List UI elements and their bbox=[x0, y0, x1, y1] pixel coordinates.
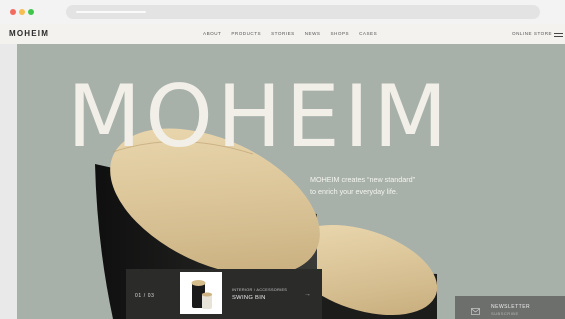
swing-bin-thumbnail-image bbox=[191, 280, 213, 309]
mail-icon bbox=[471, 308, 480, 315]
browser-toolbar bbox=[0, 0, 565, 25]
hero-title: MOHEIM bbox=[67, 67, 452, 167]
hero-section: MOHEIM MOHEIM creates “new standard” to … bbox=[17, 44, 565, 319]
hero-tagline: MOHEIM creates “new standard” to enrich … bbox=[310, 174, 415, 198]
nav-item-cases[interactable]: CASES bbox=[359, 30, 377, 38]
nav-item-shops[interactable]: SHOPS bbox=[330, 30, 349, 38]
nav-item-news[interactable]: NEWS bbox=[305, 30, 321, 38]
tagline-line-1: MOHEIM creates “new standard” bbox=[310, 175, 416, 184]
slide-category: INTERIOR / ACCESSORIES bbox=[232, 288, 288, 292]
newsletter-subtitle: SUBSCRIBE bbox=[491, 311, 519, 316]
main-nav: ABOUT PRODUCTS STORIES NEWS SHOPS CASES bbox=[203, 30, 387, 38]
product-thumbnail[interactable] bbox=[180, 272, 222, 314]
hamburger-menu-icon[interactable] bbox=[554, 33, 563, 39]
slide-counter: 01 / 03 bbox=[135, 293, 155, 299]
nav-item-products[interactable]: PRODUCTS bbox=[231, 30, 261, 38]
minimize-window-dot[interactable] bbox=[19, 9, 25, 15]
maximize-window-dot[interactable] bbox=[28, 9, 34, 15]
online-store-link[interactable]: ONLINE STORE bbox=[512, 30, 552, 38]
newsletter-panel[interactable]: NEWSLETTER SUBSCRIBE bbox=[455, 296, 565, 319]
tagline-line-2: to enrich your everyday life. bbox=[310, 187, 398, 196]
slide-title[interactable]: SWING BIN bbox=[232, 295, 266, 301]
site-logo[interactable]: MOHEIM bbox=[9, 29, 49, 38]
featured-slide-card[interactable]: 01 / 03 INTERIOR / ACCESSORIES SWING BIN… bbox=[126, 269, 322, 319]
arrow-right-icon[interactable]: → bbox=[304, 291, 311, 299]
nav-item-stories[interactable]: STORIES bbox=[271, 30, 295, 38]
close-window-dot[interactable] bbox=[10, 9, 16, 15]
nav-item-about[interactable]: ABOUT bbox=[203, 30, 221, 38]
site-header: MOHEIM ABOUT PRODUCTS STORIES NEWS SHOPS… bbox=[0, 24, 565, 44]
address-bar[interactable] bbox=[66, 5, 540, 19]
address-bar-placeholder bbox=[76, 11, 146, 13]
newsletter-title: NEWSLETTER bbox=[491, 304, 531, 310]
